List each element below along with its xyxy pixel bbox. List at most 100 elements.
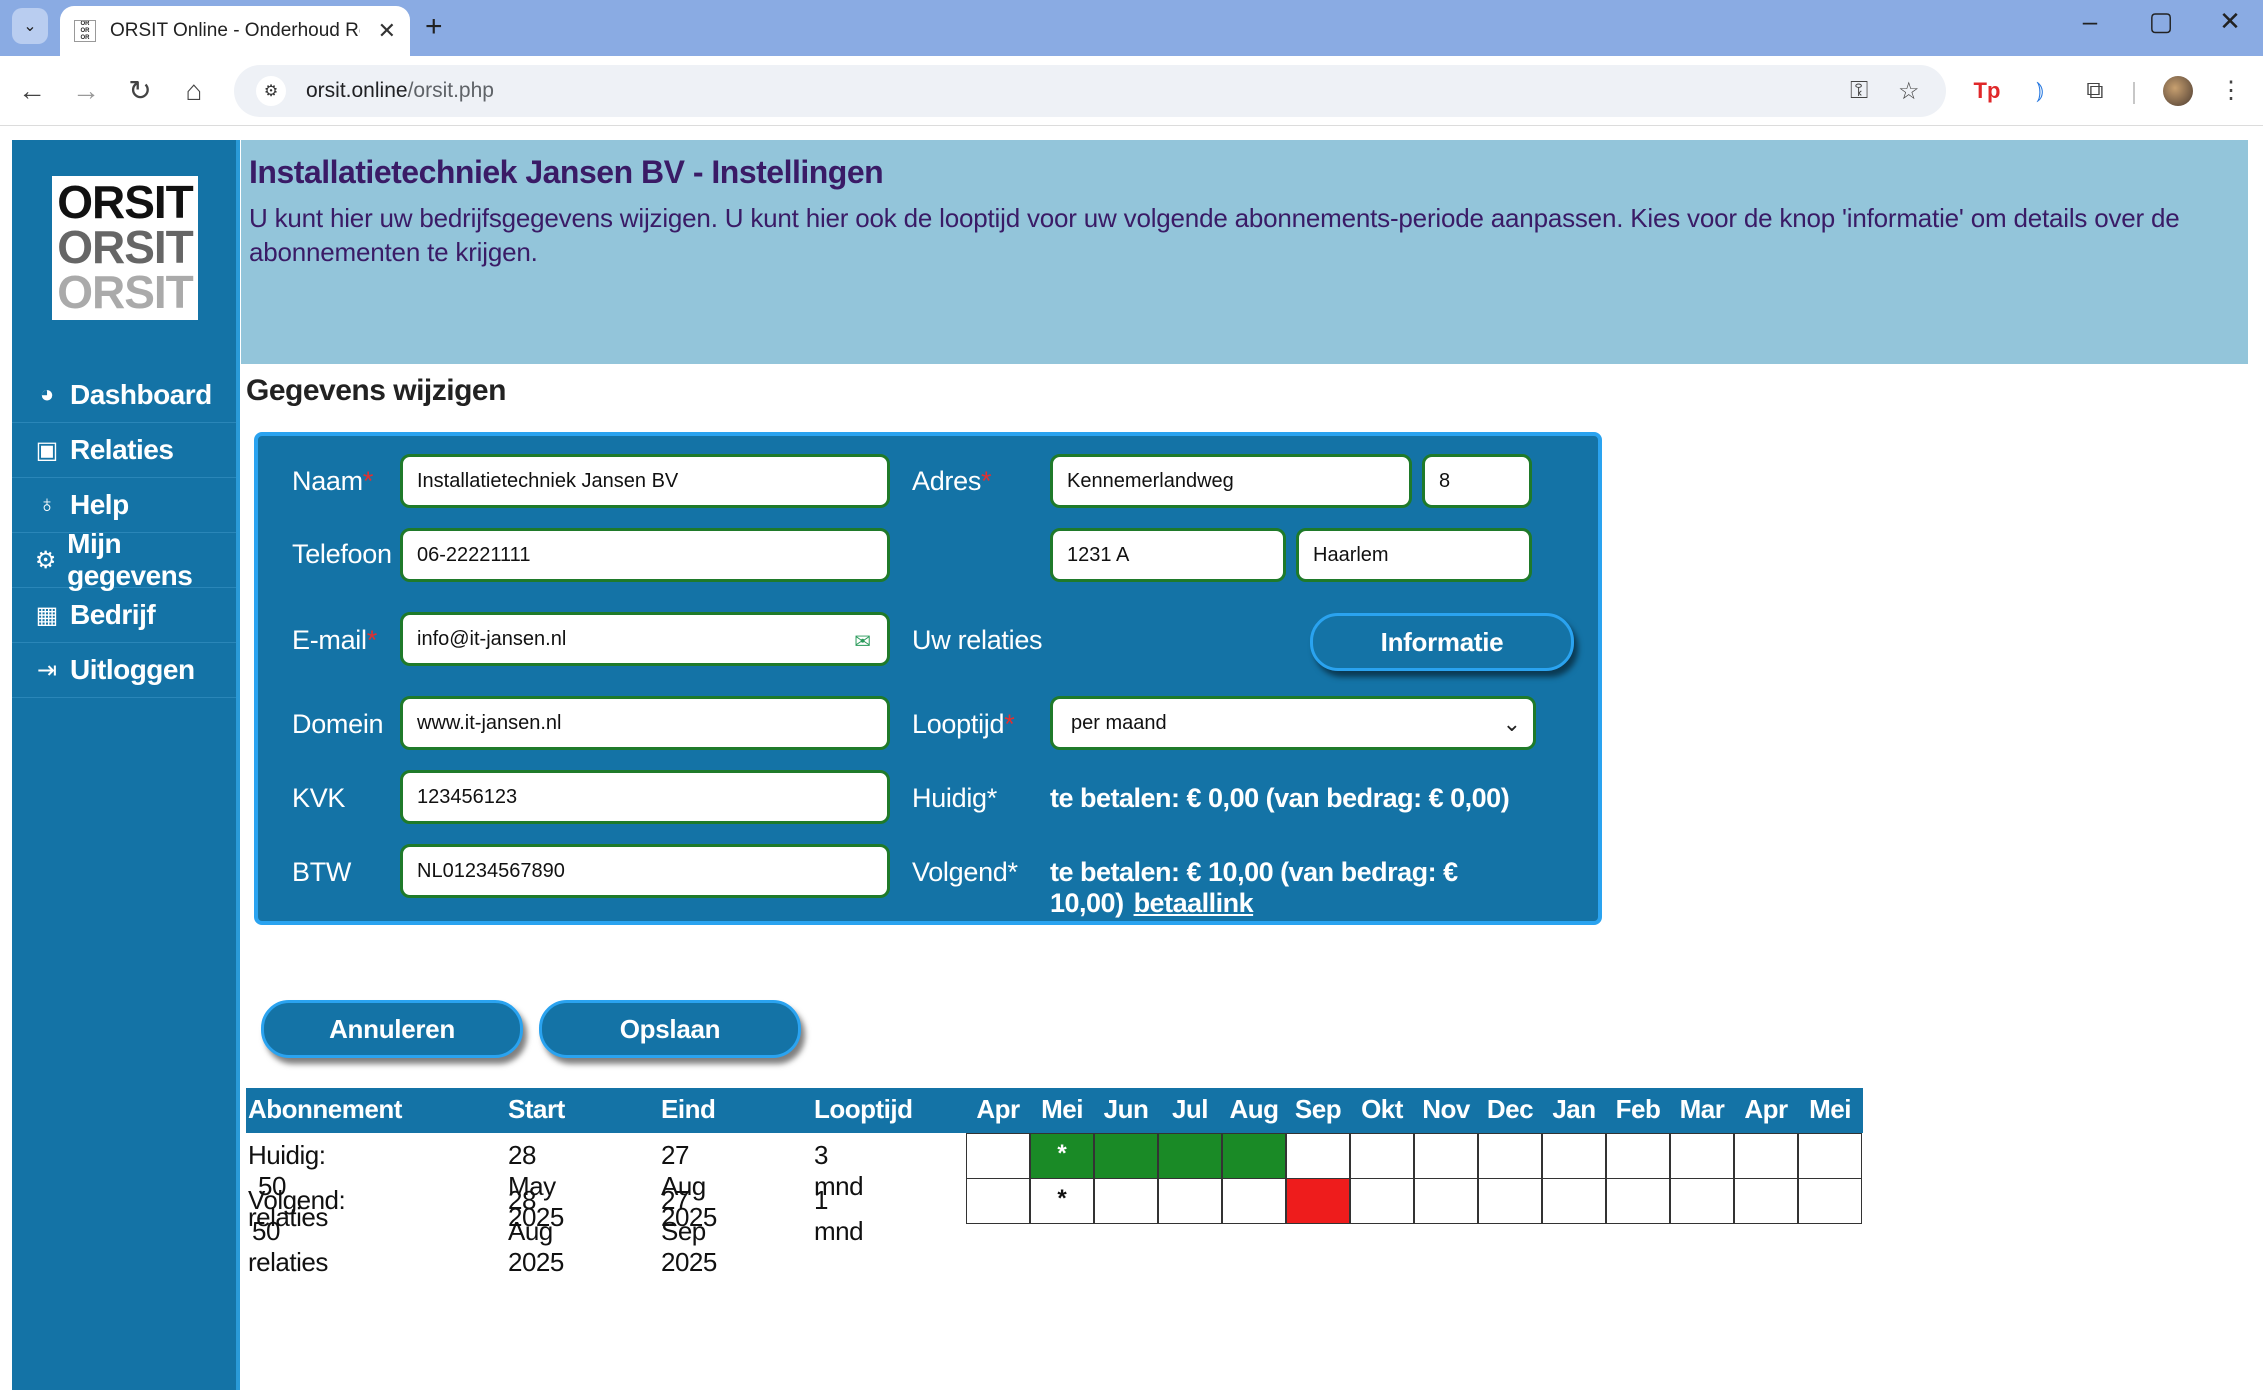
sidebar: ORSIT ORSIT ORSIT ◕ Dashboard ▣ Relaties… bbox=[12, 140, 240, 1390]
row-end: 27 Sep 2025 bbox=[661, 1185, 717, 1277]
timeline-cell: * bbox=[1030, 1133, 1094, 1179]
bookmark-star-icon[interactable]: ☆ bbox=[1898, 77, 1920, 106]
building-icon: ▦ bbox=[35, 601, 59, 629]
more-menu-icon[interactable]: ⋮ bbox=[2213, 76, 2249, 106]
telefoon-input[interactable]: 06-22221111 bbox=[400, 528, 890, 582]
timeline-cell bbox=[1606, 1133, 1670, 1179]
row-label: Volgend: 50 relaties bbox=[248, 1185, 346, 1277]
looptijd-label: Looptijd* bbox=[912, 709, 1015, 739]
timeline-cell bbox=[1798, 1178, 1862, 1224]
month-header: Nov bbox=[1422, 1094, 1470, 1124]
read-aloud-extension-icon[interactable]: ⦆ bbox=[2022, 76, 2058, 106]
extensions-puzzle-icon[interactable]: ⧉ bbox=[2077, 76, 2113, 106]
page-content: ORSIT ORSIT ORSIT ◕ Dashboard ▣ Relaties… bbox=[0, 127, 2263, 1400]
sidebar-item-label: Bedrijf bbox=[70, 599, 156, 630]
betaallink-link[interactable]: betaallink bbox=[1134, 888, 1254, 918]
sidebar-item-bedrijf[interactable]: ▦ Bedrijf bbox=[12, 588, 236, 643]
looptijd-select[interactable]: per maand ⌄ bbox=[1050, 696, 1536, 750]
site-info-icon[interactable]: ⚙ bbox=[256, 76, 286, 106]
sidebar-item-dashboard[interactable]: ◕ Dashboard bbox=[12, 368, 236, 423]
sidebar-item-mijn-gegevens[interactable]: ⚙ Mijn gegevens bbox=[12, 528, 236, 591]
tab-search-button[interactable]: ⌄ bbox=[12, 8, 48, 44]
minimize-icon[interactable]: – bbox=[2060, 6, 2120, 37]
timeline-cell bbox=[966, 1178, 1030, 1224]
key-icon[interactable]: ⚿ bbox=[1850, 77, 1868, 105]
close-window-icon[interactable]: ✕ bbox=[2200, 6, 2260, 37]
month-header: Sep bbox=[1294, 1094, 1342, 1124]
envelope-icon: ✉ bbox=[854, 631, 871, 653]
address-bar[interactable]: ⚙ orsit.online/orsit.php ⚿ ☆ bbox=[234, 65, 1946, 117]
dashboard-icon: ◕ bbox=[39, 381, 55, 408]
timeline-cell bbox=[1158, 1133, 1222, 1179]
timeline-cell bbox=[1222, 1178, 1286, 1224]
month-header: Apr bbox=[1744, 1094, 1788, 1124]
btw-label: BTW bbox=[292, 857, 352, 887]
month-header: Feb bbox=[1615, 1094, 1661, 1124]
huidig-label: Huidig* bbox=[912, 783, 997, 813]
postcode-input[interactable]: 1231 A bbox=[1050, 528, 1286, 582]
informatie-button[interactable]: Informatie bbox=[1310, 613, 1574, 671]
page-title: Installatietechniek Jansen BV - Instelli… bbox=[249, 154, 884, 190]
tp-extension-icon[interactable]: Tp bbox=[1969, 76, 2005, 106]
timeline-cell bbox=[966, 1133, 1030, 1179]
cancel-button[interactable]: Annuleren bbox=[261, 1000, 523, 1058]
sidebar-item-relaties[interactable]: ▣ Relaties bbox=[12, 423, 236, 478]
col-eind: Eind bbox=[661, 1094, 716, 1124]
timeline-cell bbox=[1350, 1178, 1414, 1224]
gears-icon: ⚙ bbox=[34, 546, 57, 574]
domein-input[interactable]: www.it-jansen.nl bbox=[400, 696, 890, 750]
page-header: Installatietechniek Jansen BV - Instelli… bbox=[241, 140, 2248, 364]
sidebar-item-help[interactable]: ♁ Help bbox=[12, 478, 236, 533]
month-header: Jun bbox=[1103, 1094, 1149, 1124]
profile-avatar[interactable] bbox=[2163, 76, 2193, 106]
forward-arrow-icon[interactable]: → bbox=[68, 74, 104, 108]
chevron-down-icon: ⌄ bbox=[1502, 711, 1521, 736]
adres-label: Adres* bbox=[912, 466, 992, 496]
new-tab-button[interactable]: + bbox=[425, 10, 443, 44]
naam-label: Naam* bbox=[292, 466, 374, 496]
timeline-cell bbox=[1094, 1133, 1158, 1179]
email-label: E-mail* bbox=[292, 625, 377, 655]
email-input[interactable]: info@it-jansen.nl ✉ bbox=[400, 612, 890, 666]
sidebar-item-label: Uitloggen bbox=[70, 654, 195, 685]
row-start: 28 Aug 2025 bbox=[508, 1185, 564, 1277]
timeline-cell bbox=[1350, 1133, 1414, 1179]
month-header: Dec bbox=[1486, 1094, 1534, 1124]
straat-input[interactable]: Kennemerlandweg bbox=[1050, 454, 1412, 508]
lightbulb-icon: ♁ bbox=[38, 491, 56, 518]
volgend-label: Volgend* bbox=[912, 857, 1018, 887]
home-icon[interactable]: ⌂ bbox=[176, 74, 212, 108]
month-header: Mar bbox=[1679, 1094, 1725, 1124]
maximize-icon[interactable]: ▢ bbox=[2131, 6, 2191, 37]
sidebar-item-label: Relaties bbox=[70, 434, 174, 465]
sidebar-item-uitloggen[interactable]: ⇥ Uitloggen bbox=[12, 643, 236, 698]
kvk-input[interactable]: 123456123 bbox=[400, 770, 890, 824]
timeline-cell bbox=[1158, 1178, 1222, 1224]
month-header: Apr bbox=[976, 1094, 1020, 1124]
month-header: Mei bbox=[1809, 1094, 1851, 1124]
btw-input[interactable]: NL01234567890 bbox=[400, 844, 890, 898]
tab-title: ORSIT Online - Onderhoud Reg bbox=[110, 20, 360, 41]
browser-tab[interactable]: OR OR OR ORSIT Online - Onderhoud Reg ✕ bbox=[60, 6, 410, 56]
reload-icon[interactable]: ↻ bbox=[122, 74, 158, 108]
browser-toolbar: ← → ↻ ⌂ ⚙ orsit.online/orsit.php ⚿ ☆ Tp … bbox=[0, 56, 2263, 126]
month-header: Aug bbox=[1229, 1094, 1279, 1124]
save-button[interactable]: Opslaan bbox=[539, 1000, 801, 1058]
huisnummer-input[interactable]: 8 bbox=[1422, 454, 1532, 508]
tab-close-icon[interactable]: ✕ bbox=[378, 18, 396, 44]
huidig-amount: te betalen: € 0,00 (van bedrag: € 0,00) bbox=[1050, 783, 1510, 813]
chevron-down-icon: ⌄ bbox=[23, 18, 37, 35]
company-form: Naam* Telefoon E-mail* Domein KVK BTW In… bbox=[254, 432, 1602, 925]
month-header: Mei bbox=[1041, 1094, 1083, 1124]
naam-input[interactable]: Installatietechniek Jansen BV bbox=[400, 454, 890, 508]
page-description: U kunt hier uw bedrijfsgegevens wijzigen… bbox=[249, 203, 2180, 267]
orsit-favicon-icon: OR OR OR bbox=[74, 20, 96, 42]
section-title: Gegevens wijzigen bbox=[246, 374, 506, 407]
plaats-input[interactable]: Haarlem bbox=[1296, 528, 1532, 582]
timeline-cell bbox=[1670, 1133, 1734, 1179]
telefoon-label: Telefoon bbox=[292, 539, 392, 569]
back-arrow-icon[interactable]: ← bbox=[14, 74, 50, 108]
timeline-cell bbox=[1734, 1133, 1798, 1179]
sign-out-icon: ⇥ bbox=[36, 656, 58, 684]
col-abonnement: Abonnement bbox=[248, 1094, 402, 1124]
